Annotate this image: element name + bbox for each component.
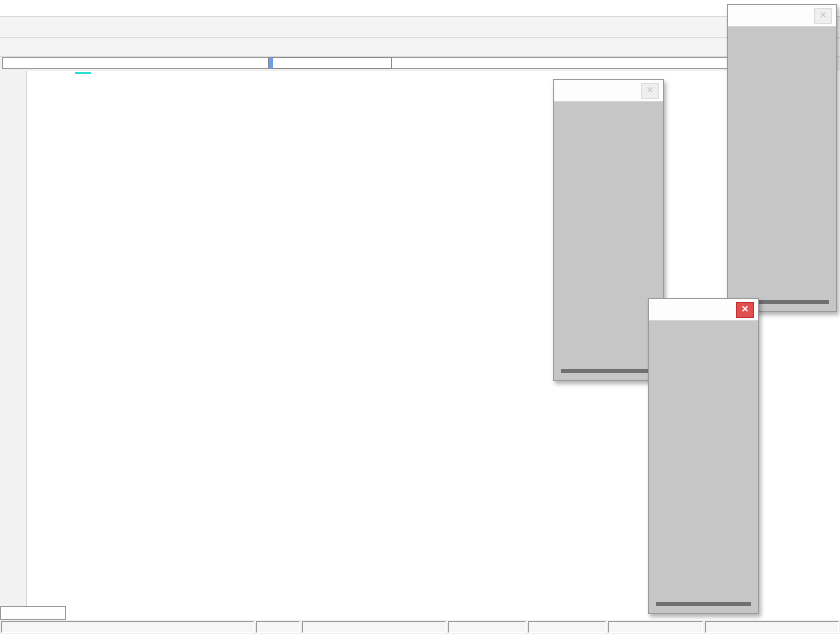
status-load-case (302, 621, 446, 633)
status-corner-box (0, 606, 66, 620)
status-coordinates (705, 621, 839, 633)
coordinate-input[interactable] (268, 57, 392, 69)
scale-header (728, 27, 836, 35)
panel-titlebar[interactable]: ✕ (649, 299, 758, 321)
status-bar (0, 620, 840, 634)
scale-panel-gusci: ✕ (648, 298, 759, 614)
scale-header (554, 102, 663, 110)
coordinate-input-value (269, 58, 273, 69)
prompt-label (2, 57, 834, 69)
menu-bar (0, 0, 840, 17)
status-result-type (528, 621, 606, 633)
scale-box (561, 369, 656, 373)
close-icon[interactable]: ✕ (814, 8, 832, 24)
status-ductility-class (608, 621, 703, 633)
close-icon[interactable]: ✕ (641, 83, 659, 99)
status-result-component (448, 621, 526, 633)
view-mode-label (75, 72, 91, 74)
application-window: ✕ ✕ ✕ (0, 0, 840, 634)
prompt-row (0, 57, 840, 71)
toolbar-drawing (0, 38, 840, 57)
status-command (1, 621, 254, 633)
scale-header (649, 321, 758, 329)
panel-titlebar[interactable]: ✕ (728, 5, 836, 27)
status-units (256, 621, 300, 633)
close-icon[interactable]: ✕ (736, 302, 754, 318)
tool-sidebar (0, 71, 27, 620)
scale-panel-aste-positive: ✕ (727, 4, 837, 312)
panel-titlebar[interactable]: ✕ (554, 80, 663, 102)
scale-box (656, 602, 751, 606)
toolbar-standard (0, 17, 840, 38)
